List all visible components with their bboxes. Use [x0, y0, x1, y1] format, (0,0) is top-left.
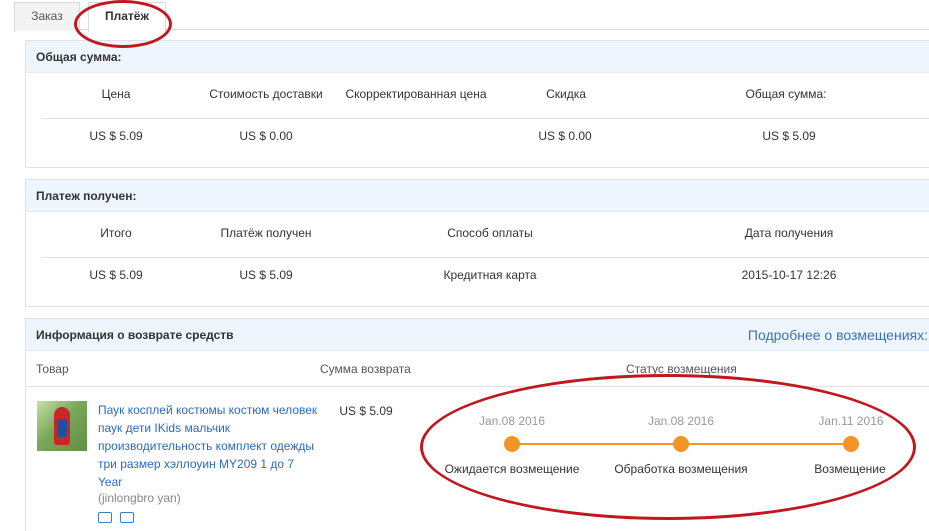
- paid-value: US $ 5.09: [239, 268, 293, 282]
- divider: [41, 257, 929, 258]
- step-dot-1: [504, 436, 520, 452]
- tab-payment[interactable]: Платёж: [88, 2, 166, 32]
- col-date-header: Дата получения: [744, 226, 834, 240]
- col-subtotal-header: Итого: [100, 226, 132, 240]
- price-value: US $ 5.09: [89, 129, 143, 143]
- product-title-link[interactable]: Паук косплей костюмы костюм человек паук…: [98, 401, 318, 491]
- product-figure-detail: [57, 419, 67, 437]
- refund-details-link[interactable]: Подробнее о возмещениях:: [748, 319, 928, 351]
- col-paid-header: Платёж получен: [220, 226, 312, 240]
- step-label-2: Обработка возмещения: [614, 462, 748, 476]
- step-label-3: Возмещение: [814, 462, 886, 476]
- col-total-header: Общая сумма:: [745, 87, 827, 101]
- total-panel: Общая сумма: Цена Стоимость доставки Ско…: [25, 40, 929, 168]
- product-thumbnail[interactable]: [37, 401, 87, 451]
- method-value: Кредитная карта: [443, 268, 537, 282]
- step-label-1: Ожидается возмещение: [444, 462, 580, 476]
- date-value: 2015-10-17 12:26: [741, 268, 837, 282]
- tab-order[interactable]: Заказ: [14, 2, 80, 31]
- shipping-icon[interactable]: [98, 512, 112, 523]
- col-price-header: Цена: [101, 87, 131, 101]
- step-dot-3: [843, 436, 859, 452]
- subtotal-value: US $ 5.09: [89, 268, 143, 282]
- step-dot-2: [673, 436, 689, 452]
- step-date-1: Jan.08 2016: [478, 414, 546, 428]
- col-method-header: Способ оплаты: [447, 226, 533, 240]
- refund-panel-header: Информация о возврате средств Подробнее …: [26, 319, 929, 351]
- product-column-header: Товар: [36, 362, 69, 376]
- refund-amount: US $ 5.09: [339, 404, 393, 418]
- seller-name: (jinlongbro yan): [98, 491, 181, 505]
- divider: [41, 118, 929, 119]
- total-value: US $ 5.09: [762, 129, 816, 143]
- shipping-value: US $ 0.00: [239, 129, 293, 143]
- col-discount-header: Скидка: [546, 87, 586, 101]
- product-action-icons: [98, 512, 134, 523]
- amount-column-header: Сумма возврата: [320, 362, 411, 376]
- status-column-header: Статус возмещения: [626, 362, 737, 376]
- payment-panel-title: Платеж получен:: [26, 180, 929, 212]
- col-adjusted-header: Скорректированная цена: [345, 87, 487, 101]
- discount-value: US $ 0.00: [538, 129, 592, 143]
- refund-panel: Информация о возврате средств Подробнее …: [25, 318, 929, 531]
- step-date-2: Jan.08 2016: [647, 414, 715, 428]
- total-panel-title: Общая сумма:: [26, 41, 929, 73]
- step-date-3: Jan.11 2016: [818, 414, 884, 428]
- message-icon[interactable]: [120, 512, 134, 523]
- tab-bar: Заказ Платёж: [14, 0, 929, 32]
- divider: [26, 386, 929, 387]
- col-shipping-header: Стоимость доставки: [209, 87, 323, 101]
- payment-panel: Платеж получен: Итого Платёж получен Спо…: [25, 179, 929, 307]
- refund-panel-title: Информация о возврате средств: [36, 328, 234, 342]
